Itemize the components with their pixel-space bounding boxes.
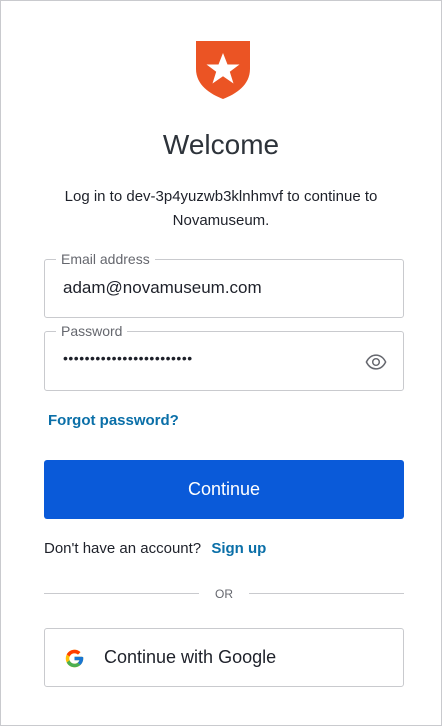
or-divider: OR [44, 585, 404, 603]
continue-button[interactable]: Continue [44, 460, 404, 519]
password-label: Password [56, 322, 128, 340]
page-title: Welcome [162, 129, 280, 160]
forgot-password-link[interactable]: Forgot password? [48, 412, 179, 429]
login-card: Welcome Log in to dev-3p4yuzwb3klnhmvf t… [0, 0, 442, 726]
google-login-button[interactable]: Continue with Google [44, 628, 404, 687]
eye-icon[interactable] [365, 351, 387, 373]
email-field[interactable]: Email address adam@novamuseum.com [44, 250, 404, 318]
email-label: Email address [56, 250, 155, 268]
page-subtitle: Log in to dev-3p4yuzwb3klnhmvf to contin… [64, 188, 378, 229]
signup-prompt: Don't have an account? [44, 540, 202, 557]
signup-link[interactable]: Sign up [211, 540, 266, 557]
google-login-label: Continue with Google [104, 647, 277, 667]
divider-line-right [249, 593, 404, 594]
logo-icon [196, 41, 250, 99]
password-field[interactable]: Password •••••••••••••••••••••••• [44, 322, 404, 391]
password-input[interactable]: •••••••••••••••••••••••• [63, 350, 193, 366]
google-icon [65, 649, 84, 668]
email-input[interactable]: adam@novamuseum.com [63, 278, 262, 298]
signup-row: Don't have an account? Sign up [44, 540, 266, 557]
divider-label: OR [215, 587, 233, 601]
